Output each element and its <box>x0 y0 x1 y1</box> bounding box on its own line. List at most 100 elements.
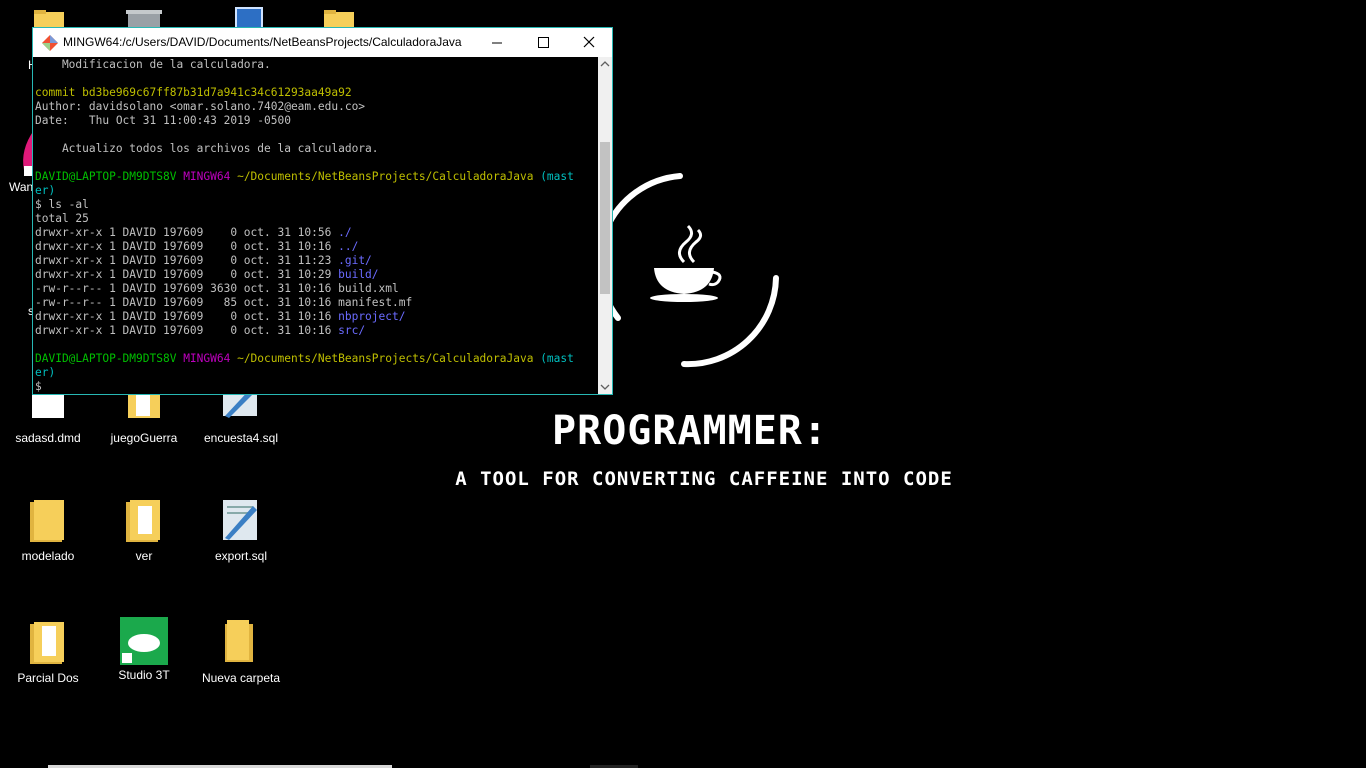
terminal-line: commit bd3be969c67ff87b31d7a941c34c61293… <box>35 86 598 100</box>
folder-icon[interactable] <box>322 10 356 28</box>
terminal-line: er) <box>35 366 598 380</box>
desktop-icon[interactable]: sadasd.dmd <box>0 380 96 480</box>
desktop-icon[interactable]: export.sql <box>193 498 289 598</box>
desktop-icon-label: modelado <box>21 549 75 563</box>
terminal-text: ./ <box>338 226 352 239</box>
scrollbar-thumb[interactable] <box>600 141 610 294</box>
title-bar[interactable]: MINGW64:/c/Users/DAVID/Documents/NetBean… <box>33 28 612 57</box>
coffee-cup-logo-icon <box>596 173 779 368</box>
desktop-icon[interactable]: Studio 3T <box>96 617 192 717</box>
terminal-text: Author: davidsolano <omar.solano.7402@ea… <box>35 100 366 113</box>
desktop-icon[interactable]: Nueva carpeta <box>193 620 289 720</box>
terminal-text: drwxr-xr-x 1 DAVID 197609 0 oct. 31 10:1… <box>35 240 339 253</box>
terminal-text: $ ls -al <box>35 198 89 211</box>
vertical-scrollbar[interactable] <box>598 57 612 394</box>
desktop-icon-label: sadasd.dmd <box>15 431 81 445</box>
maximize-icon <box>538 37 549 48</box>
folder-icon <box>126 500 160 542</box>
terminal-text: commit bd3be969c67ff87b31d7a941c34c61293… <box>35 86 352 99</box>
terminal-line: DAVID@LAPTOP-DM9DTS8V MINGW64 ~/Document… <box>35 170 598 184</box>
desktop-icon-label: Parcial Dos <box>17 671 79 685</box>
scroll-down-arrow-icon[interactable] <box>598 380 612 394</box>
terminal-text: DAVID@LAPTOP-DM9DTS8V <box>35 170 184 183</box>
terminal-line: DAVID@LAPTOP-DM9DTS8V MINGW64 ~/Document… <box>35 352 598 366</box>
wallpaper-title: PROGRAMMER: <box>552 408 828 454</box>
terminal-window[interactable]: MINGW64:/c/Users/DAVID/Documents/NetBean… <box>32 27 613 395</box>
terminal-line: Modificacion de la calculadora. <box>35 58 598 72</box>
recycle-bin-icon[interactable] <box>124 8 164 28</box>
terminal-line: drwxr-xr-x 1 DAVID 197609 0 oct. 31 11:2… <box>35 254 598 268</box>
terminal-line: -rw-r--r-- 1 DAVID 197609 85 oct. 31 10:… <box>35 296 598 310</box>
terminal-line: Date: Thu Oct 31 11:00:43 2019 -0500 <box>35 114 598 128</box>
terminal-output[interactable]: Modificacion de la calculadora. commit bd… <box>35 58 598 394</box>
terminal-text: -rw-r--r-- 1 DAVID 197609 85 oct. 31 10:… <box>35 296 413 309</box>
terminal-text: drwxr-xr-x 1 DAVID 197609 0 oct. 31 10:5… <box>35 226 339 239</box>
desktop-icon-label: ver <box>135 549 153 563</box>
terminal-line: $ <box>35 380 598 394</box>
scroll-up-arrow-icon[interactable] <box>598 57 612 71</box>
terminal-line: drwxr-xr-x 1 DAVID 197609 0 oct. 31 10:2… <box>35 268 598 282</box>
terminal-text: Modificacion de la calculadora. <box>35 58 271 71</box>
terminal-text: total 25 <box>35 212 89 225</box>
close-button[interactable] <box>566 28 612 57</box>
terminal-line: drwxr-xr-x 1 DAVID 197609 0 oct. 31 10:5… <box>35 226 598 240</box>
terminal-text: Actualizo todos los archivos de la calcu… <box>35 142 379 155</box>
terminal-text: ~/Documents/NetBeansProjects/Calculadora… <box>237 170 541 183</box>
desktop-icon[interactable]: modelado <box>0 498 96 598</box>
desktop-icon-label-partial[interactable]: Wan <box>9 180 33 194</box>
window-title: MINGW64:/c/Users/DAVID/Documents/NetBean… <box>63 35 462 49</box>
close-icon <box>583 36 595 48</box>
terminal-text: drwxr-xr-x 1 DAVID 197609 0 oct. 31 10:1… <box>35 310 339 323</box>
terminal-line: drwxr-xr-x 1 DAVID 197609 0 oct. 31 10:1… <box>35 240 598 254</box>
terminal-text: nbproject/ <box>338 310 406 323</box>
terminal-line: er) <box>35 184 598 198</box>
minimize-icon <box>492 42 502 44</box>
terminal-line: total 25 <box>35 212 598 226</box>
terminal-text: er) <box>35 366 56 379</box>
terminal-text: .git/ <box>338 254 372 267</box>
terminal-line: Author: davidsolano <omar.solano.7402@ea… <box>35 100 598 114</box>
terminal-text: (mast <box>540 352 574 365</box>
folder-icon <box>30 622 64 664</box>
computer-icon[interactable] <box>226 6 264 28</box>
terminal-text: MINGW64 <box>183 352 238 365</box>
studio3t-icon <box>120 617 168 665</box>
terminal-text: ~/Documents/NetBeansProjects/Calculadora… <box>237 352 541 365</box>
terminal-line: -rw-r--r-- 1 DAVID 197609 3630 oct. 31 1… <box>35 282 598 296</box>
desktop-icon[interactable]: juegoGuerra <box>96 380 192 480</box>
terminal-text: drwxr-xr-x 1 DAVID 197609 0 oct. 31 10:1… <box>35 324 339 337</box>
folder-icon[interactable] <box>32 10 66 28</box>
desktop-icon[interactable]: encuesta4.sql <box>193 380 289 480</box>
wallpaper-subtitle: A TOOL FOR CONVERTING CAFFEINE INTO CODE <box>455 468 953 490</box>
desktop-icon[interactable]: Parcial Dos <box>0 620 96 720</box>
desktop-icon[interactable]: ver <box>96 498 192 598</box>
terminal-line: Actualizo todos los archivos de la calcu… <box>35 142 598 156</box>
terminal-text: MINGW64 <box>183 170 238 183</box>
desktop-icon-label: export.sql <box>214 549 268 563</box>
terminal-text: $ <box>35 380 49 393</box>
terminal-text: er) <box>35 184 56 197</box>
desktop-icon-label: juegoGuerra <box>110 431 178 445</box>
terminal-line: drwxr-xr-x 1 DAVID 197609 0 oct. 31 10:1… <box>35 324 598 338</box>
desktop-icon-label: Nueva carpeta <box>201 671 281 685</box>
desktop-icon-label: Studio 3T <box>118 668 170 682</box>
desktop-icon-label: encuesta4.sql <box>203 431 279 445</box>
terminal-line: drwxr-xr-x 1 DAVID 197609 0 oct. 31 10:1… <box>35 310 598 324</box>
folder-icon <box>225 620 253 662</box>
terminal-text: drwxr-xr-x 1 DAVID 197609 0 oct. 31 11:2… <box>35 254 339 267</box>
folder-icon <box>30 500 64 542</box>
terminal-text: build/ <box>338 268 379 281</box>
terminal-text: -rw-r--r-- 1 DAVID 197609 3630 oct. 31 1… <box>35 282 399 295</box>
terminal-text: src/ <box>338 324 366 337</box>
terminal-text: DAVID@LAPTOP-DM9DTS8V <box>35 352 184 365</box>
terminal-text: ../ <box>338 240 359 253</box>
terminal-text: Date: Thu Oct 31 11:00:43 2019 -0500 <box>35 114 291 127</box>
minimize-button[interactable] <box>474 28 520 57</box>
git-bash-icon <box>42 35 58 51</box>
maximize-button[interactable] <box>520 28 566 57</box>
terminal-text: (mast <box>540 170 574 183</box>
